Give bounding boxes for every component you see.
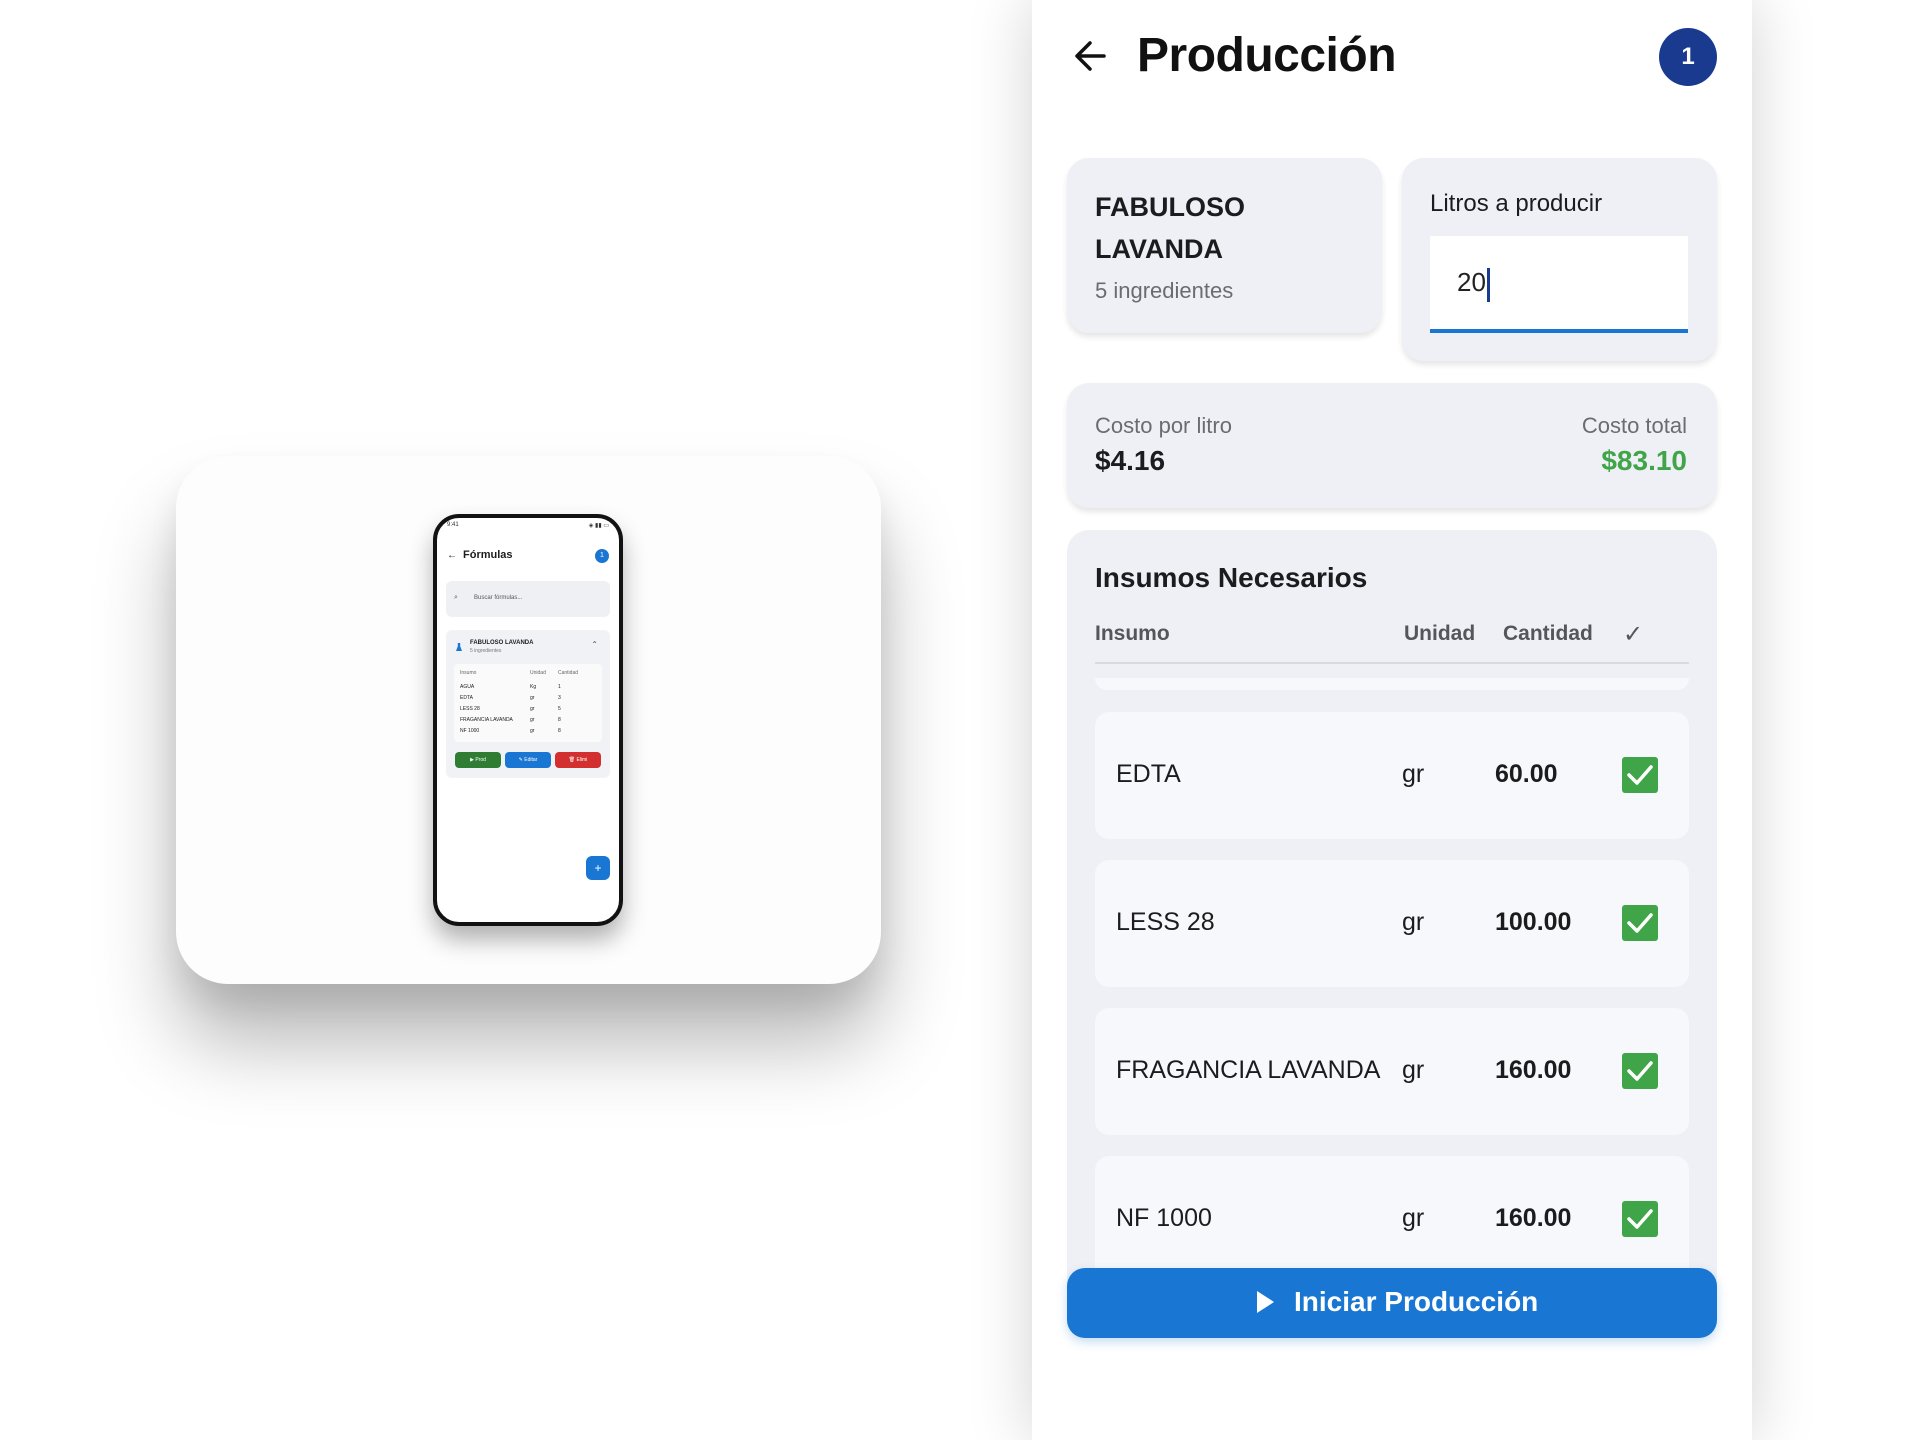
- phone-cell-qty: 8: [558, 728, 561, 734]
- production-screen: Producción 1 FABULOSO LAVANDA 5 ingredie…: [1032, 0, 1752, 1440]
- phone-cell-qty: 3: [558, 695, 561, 701]
- phone-page-title: Fórmulas: [463, 549, 513, 561]
- phone-flask-icon: [456, 643, 462, 651]
- supply-checkbox[interactable]: [1622, 757, 1658, 793]
- header-insumo: Insumo: [1095, 622, 1170, 645]
- supply-quantity: 60.00: [1495, 760, 1558, 788]
- phone-status-time: 9:41: [447, 522, 459, 528]
- phone-add-fab[interactable]: +: [586, 856, 610, 880]
- phone-cell-unit: gr: [530, 706, 535, 712]
- supply-name: NF 1000: [1116, 1204, 1212, 1232]
- supply-checkbox[interactable]: [1622, 1053, 1658, 1089]
- supplies-card: Insumos Necesarios Insumo Unidad Cantida…: [1067, 530, 1717, 1310]
- phone-search-icon: ⌕: [454, 594, 458, 601]
- phone-cell-unit: gr: [530, 695, 535, 701]
- play-icon: [1257, 1291, 1274, 1313]
- supply-name: EDTA: [1116, 760, 1181, 788]
- total-cost-value: $83.10: [1601, 445, 1687, 476]
- page-title: Producción: [1137, 29, 1397, 82]
- header-unidad: Unidad: [1404, 622, 1476, 645]
- supply-checkbox[interactable]: [1622, 905, 1658, 941]
- phone-status-bar: 9:41 ◈ ▮▮ ▭: [447, 522, 609, 530]
- phone-badge[interactable]: 1: [595, 549, 609, 563]
- phone-search-bar[interactable]: ⌕ Buscar fórmulas...: [446, 581, 610, 617]
- phone-table-row: NF 1000 gr 8: [460, 728, 596, 736]
- formula-card: FABULOSO LAVANDA 5 ingredientes: [1067, 158, 1382, 333]
- liters-field[interactable]: [1430, 236, 1688, 333]
- formula-name: FABULOSO LAVANDA: [1095, 192, 1246, 264]
- phone-search-placeholder: Buscar fórmulas...: [474, 595, 523, 601]
- phone-cell-qty: 1: [558, 684, 561, 690]
- phone-cell-name: AGUA: [460, 684, 475, 690]
- supply-name: LESS 28: [1116, 908, 1215, 936]
- phone-cell-unit: gr: [530, 728, 535, 734]
- phone-status-icons: ◈ ▮▮ ▭: [588, 523, 609, 529]
- phone-header-cantidad: Cantidad: [558, 670, 579, 676]
- phone-header-insumo: Insumo: [460, 670, 477, 676]
- cost-per-liter-label: Costo por litro: [1095, 413, 1232, 438]
- phone-table-row: EDTA gr 3: [460, 695, 596, 703]
- phone-produce-button[interactable]: ▶ Prod: [455, 752, 501, 768]
- phone-cell-name: EDTA: [460, 695, 473, 701]
- supply-unit: gr: [1402, 1204, 1425, 1232]
- cost-per-liter-value: $4.16: [1095, 445, 1166, 476]
- supply-row: FRAGANCIA LAVANDA gr 160.00: [1095, 1008, 1689, 1135]
- supply-quantity: 160.00: [1495, 1204, 1572, 1232]
- supply-quantity: 100.00: [1495, 908, 1572, 936]
- phone-header-unidad: Unidad: [530, 670, 546, 676]
- text-caret: [1487, 268, 1490, 302]
- phone-cell-unit: gr: [530, 717, 535, 723]
- supply-name: FRAGANCIA LAVANDA: [1116, 1056, 1381, 1084]
- phone-delete-button[interactable]: 🗑 Elimi: [555, 752, 601, 768]
- phone-table-header: Insumo Unidad Cantidad: [460, 670, 596, 678]
- supply-row: LESS 28 gr 100.00: [1095, 860, 1689, 987]
- phone-mockup: 9:41 ◈ ▮▮ ▭ ← Fórmulas 1 ⌕ Buscar fórmul…: [433, 514, 623, 926]
- phone-cell-qty: 5: [558, 706, 561, 712]
- phone-formula-card[interactable]: FABULOSO LAVANDA 5 ingredientes ⌃ Insumo…: [446, 630, 610, 778]
- header-check-icon: ✓: [1623, 621, 1644, 648]
- supply-quantity: 160.00: [1495, 1056, 1572, 1084]
- liters-label: Litros a producir: [1430, 190, 1603, 217]
- phone-formula-title: FABULOSO LAVANDA: [470, 640, 534, 646]
- phone-cell-name: LESS 28: [460, 706, 480, 712]
- formula-ingredients-count: 5 ingredientes: [1095, 278, 1234, 303]
- phone-formula-subtitle: 5 ingredientes: [470, 648, 502, 654]
- phone-back-arrow-icon[interactable]: ←: [447, 550, 457, 561]
- supply-unit: gr: [1402, 1056, 1425, 1084]
- supplies-list[interactable]: EDTA gr 60.00 LESS 28 gr 100.00 FRAGANCI…: [1095, 678, 1689, 1310]
- supplies-title: Insumos Necesarios: [1095, 562, 1368, 593]
- back-arrow-icon[interactable]: [1070, 32, 1110, 80]
- phone-chevron-up-icon[interactable]: ⌃: [591, 640, 598, 649]
- header-cantidad: Cantidad: [1503, 622, 1593, 645]
- phone-table-row: LESS 28 gr 5: [460, 706, 596, 714]
- phone-cell-name: NF 1000: [460, 728, 480, 734]
- liters-card: Litros a producir: [1402, 158, 1717, 361]
- phone-cell-unit: Kg: [530, 684, 537, 690]
- list-item-partial: [1095, 678, 1689, 690]
- total-cost-label: Costo total: [1581, 413, 1687, 438]
- supply-unit: gr: [1402, 760, 1425, 788]
- phone-edit-button[interactable]: ✎ Editar: [505, 752, 551, 768]
- start-production-button[interactable]: Iniciar Producción: [1067, 1268, 1717, 1338]
- phone-table-row: FRAGANCIA LAVANDA gr 8: [460, 717, 596, 725]
- phone-ingredients-table: Insumo Unidad Cantidad AGUA Kg 1 EDTA gr…: [454, 664, 602, 742]
- start-production-label: Iniciar Producción: [1294, 1286, 1539, 1317]
- cost-card: Costo por litro $4.16 Costo total $83.10: [1067, 383, 1717, 508]
- phone-cell-name: FRAGANCIA LAVANDA: [460, 717, 513, 723]
- supplies-table-header: Insumo Unidad Cantidad ✓: [1095, 621, 1689, 664]
- supply-unit: gr: [1402, 908, 1425, 936]
- liters-input[interactable]: [1430, 236, 1688, 329]
- phone-cell-qty: 8: [558, 717, 561, 723]
- phone-table-row: AGUA Kg 1: [460, 684, 596, 692]
- supply-row: EDTA gr 60.00: [1095, 712, 1689, 839]
- supply-checkbox[interactable]: [1622, 1201, 1658, 1237]
- user-badge[interactable]: 1: [1659, 28, 1717, 86]
- supply-row: NF 1000 gr 160.00: [1095, 1156, 1689, 1283]
